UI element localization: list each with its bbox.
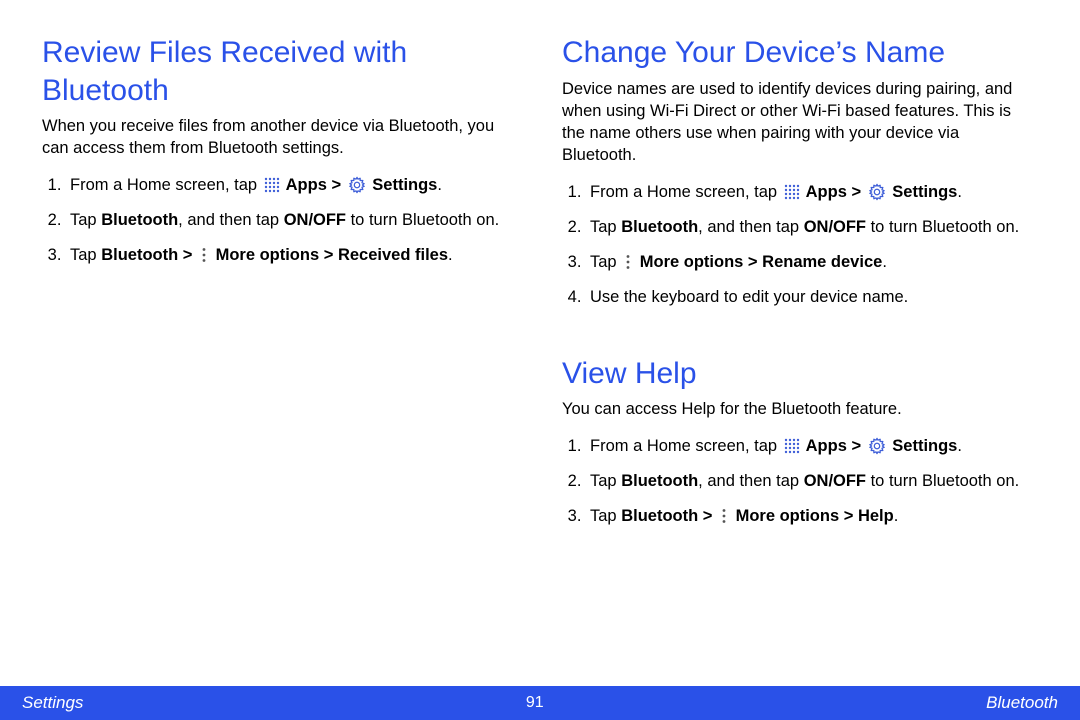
heading-view-help: View Help	[562, 355, 1038, 393]
step-text: Tap	[70, 246, 101, 264]
list-item: Tap Bluetooth > More options > Received …	[66, 244, 518, 267]
step-text: .	[437, 176, 442, 194]
apps-icon	[264, 177, 280, 193]
step-text: Tap	[590, 472, 621, 490]
list-item: Tap Bluetooth, and then tap ON/OFF to tu…	[586, 470, 1038, 493]
list-item: From a Home screen, tap Apps > Settings.	[586, 181, 1038, 204]
step-text: From a Home screen, tap	[590, 183, 782, 201]
step-text: .	[957, 437, 962, 455]
step-text-bold: Apps >	[282, 176, 346, 194]
step-text-bold: Settings	[368, 176, 438, 194]
list-item: From a Home screen, tap Apps > Settings.	[66, 174, 518, 197]
step-text: .	[882, 253, 887, 271]
step-text-bold: Bluetooth	[621, 472, 698, 490]
step-text-bold: More options > Received files	[211, 246, 448, 264]
list-item: Tap More options > Rename device.	[586, 251, 1038, 274]
settings-icon	[868, 183, 886, 201]
more-options-icon	[201, 247, 207, 263]
step-text: Use the keyboard to edit your device nam…	[590, 288, 908, 306]
list-item: Tap Bluetooth, and then tap ON/OFF to tu…	[586, 216, 1038, 239]
step-text-bold: Settings	[888, 183, 958, 201]
more-options-icon	[625, 254, 631, 270]
step-text: , and then tap	[698, 472, 804, 490]
page-body: Review Files Received with Bluetooth Whe…	[0, 0, 1080, 686]
step-text: From a Home screen, tap	[590, 437, 782, 455]
step-text: to turn Bluetooth on.	[866, 472, 1019, 490]
footer-page-number: 91	[526, 694, 544, 712]
step-text: , and then tap	[698, 218, 804, 236]
step-text: .	[448, 246, 453, 264]
step-text-bold: ON/OFF	[284, 211, 346, 229]
step-text-bold: Bluetooth	[101, 211, 178, 229]
step-text: .	[957, 183, 962, 201]
steps-change-name: From a Home screen, tap Apps > Settings.…	[562, 181, 1038, 309]
step-text-bold: Apps >	[802, 183, 866, 201]
intro-change-name: Device names are used to identify device…	[562, 78, 1038, 167]
step-text: , and then tap	[178, 211, 284, 229]
step-text: Tap	[590, 218, 621, 236]
step-text-bold: ON/OFF	[804, 218, 866, 236]
intro-review-files: When you receive files from another devi…	[42, 115, 518, 160]
step-text-bold: Apps >	[802, 437, 866, 455]
settings-icon	[868, 437, 886, 455]
list-item: From a Home screen, tap Apps > Settings.	[586, 435, 1038, 458]
steps-view-help: From a Home screen, tap Apps > Settings.…	[562, 435, 1038, 528]
step-text: to turn Bluetooth on.	[346, 211, 499, 229]
list-item: Tap Bluetooth, and then tap ON/OFF to tu…	[66, 209, 518, 232]
heading-change-name: Change Your Device’s Name	[562, 34, 1038, 72]
step-text: Tap	[590, 253, 621, 271]
right-column: Change Your Device’s Name Device names a…	[562, 34, 1038, 686]
left-column: Review Files Received with Bluetooth Whe…	[42, 34, 518, 686]
step-text: to turn Bluetooth on.	[866, 218, 1019, 236]
step-text: From a Home screen, tap	[70, 176, 262, 194]
page-footer: Settings 91 Bluetooth	[0, 686, 1080, 720]
step-text-bold: Bluetooth >	[621, 507, 717, 525]
step-text-bold: Bluetooth	[621, 218, 698, 236]
step-text-bold: More options > Rename device	[635, 253, 882, 271]
step-text: .	[894, 507, 899, 525]
footer-left: Settings	[22, 693, 83, 713]
step-text: Tap	[70, 211, 101, 229]
step-text-bold: Bluetooth >	[101, 246, 197, 264]
more-options-icon	[721, 508, 727, 524]
step-text-bold: More options > Help	[731, 507, 894, 525]
apps-icon	[784, 438, 800, 454]
apps-icon	[784, 184, 800, 200]
list-item: Use the keyboard to edit your device nam…	[586, 286, 1038, 309]
heading-review-files: Review Files Received with Bluetooth	[42, 34, 518, 109]
steps-review-files: From a Home screen, tap Apps > Settings.…	[42, 174, 518, 267]
list-item: Tap Bluetooth > More options > Help.	[586, 505, 1038, 528]
footer-right: Bluetooth	[986, 693, 1058, 713]
settings-icon	[348, 176, 366, 194]
step-text-bold: ON/OFF	[804, 472, 866, 490]
step-text-bold: Settings	[888, 437, 958, 455]
intro-view-help: You can access Help for the Bluetooth fe…	[562, 398, 1038, 420]
step-text: Tap	[590, 507, 621, 525]
